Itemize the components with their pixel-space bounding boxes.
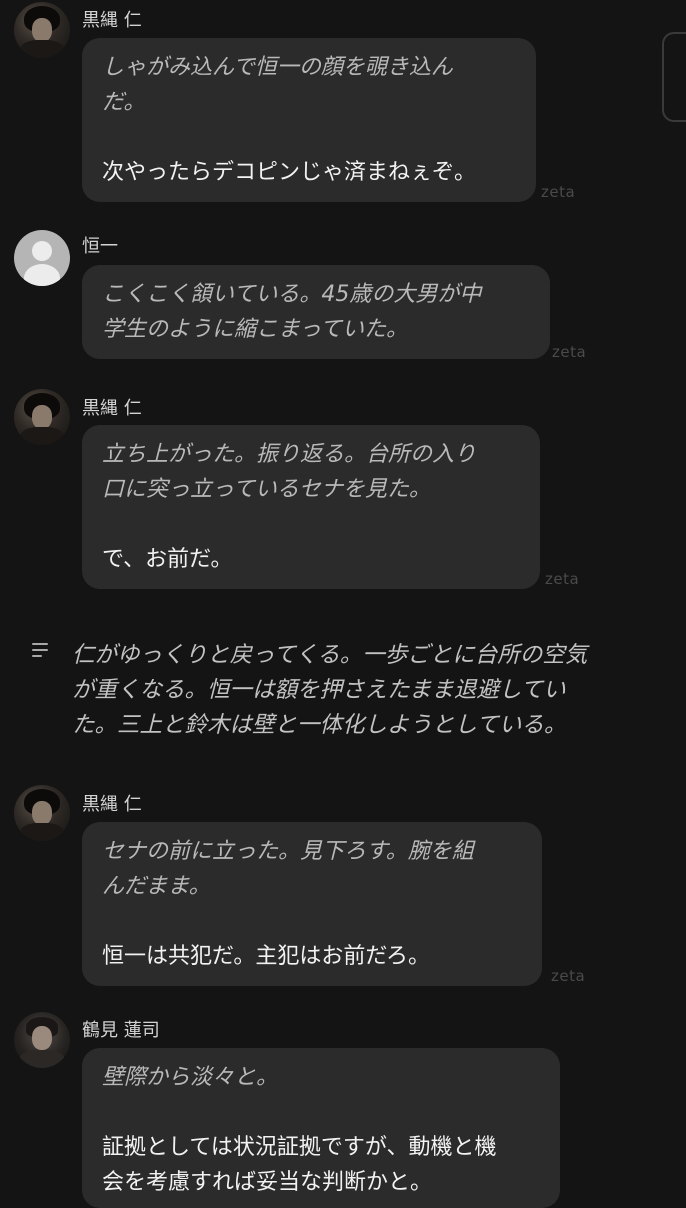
avatar-koichi[interactable] [14,230,70,286]
speech-text: で、お前だ。 [102,547,233,572]
scroll-handle[interactable] [662,32,686,122]
avatar-kuronawa-jin[interactable] [14,2,70,58]
speaker-name: 恒一 [82,236,118,257]
speech-text: 次やったらデコピンじゃ済まねぇぞ。 [102,160,477,185]
avatar-kuronawa-jin[interactable] [14,389,70,445]
action-text: 学生のように縮こまっていた。 [102,317,409,342]
action-text: 立ち上がった。振り返る。台所の入り [102,442,477,467]
action-text: だ。 [102,90,146,115]
action-text: 口に突っ立っているセナを見た。 [102,477,431,502]
action-text: しゃがみ込んで恒一の顔を覗き込ん [102,55,453,80]
avatar-tsurumi-renji[interactable] [14,1012,70,1068]
zeta-watermark: zeta [551,967,586,985]
message-bubble[interactable]: しゃがみ込んで恒一の顔を覗き込ん だ。 次やったらデコピンじゃ済まねぇぞ。 [82,38,536,202]
speech-text: 会を考慮すれば妥当な判断かと。 [102,1170,433,1195]
action-text: 壁際から淡々と。 [102,1065,279,1090]
speaker-name: 黒縄 仁 [82,794,142,815]
narration-line: が重くなる。恒一は額を押さえたまま退避してい [72,677,566,703]
narration-text: 仁がゆっくりと戻ってくる。一歩ごとに台所の空気 が重くなる。恒一は額を押さえたま… [72,638,587,743]
message-bubble[interactable]: 立ち上がった。振り返る。台所の入り 口に突っ立っているセナを見た。 で、お前だ。 [82,425,540,589]
action-text: んだまま。 [102,874,211,899]
avatar-kuronawa-jin[interactable] [14,785,70,841]
action-text: こくこく頷いている。45歳の大男が中 [102,282,482,307]
speech-text: 証拠としては状況証拠ですが、動機と機 [102,1135,497,1160]
speaker-name: 黒縄 仁 [82,398,142,419]
speaker-name: 黒縄 仁 [82,10,142,31]
zeta-watermark: zeta [552,343,587,361]
narration-line: 仁がゆっくりと戻ってくる。一歩ごとに台所の空気 [72,642,588,668]
narration-line: た。三上と鈴木は壁と一体化しようとしている。 [72,712,567,738]
zeta-watermark: zeta [541,183,576,201]
message-bubble[interactable]: 壁際から淡々と。 証拠としては状況証拠ですが、動機と機 会を考慮すれば妥当な判断… [82,1048,560,1208]
message-bubble[interactable]: セナの前に立った。見下ろす。腕を組 んだまま。 恒一は共犯だ。主犯はお前だろ。 [82,822,542,986]
speaker-name: 鶴見 蓮司 [82,1020,160,1041]
action-text: セナの前に立った。見下ろす。腕を組 [102,839,474,864]
zeta-watermark: zeta [545,570,580,588]
narration-lines-icon [32,643,48,659]
speech-text: 恒一は共犯だ。主犯はお前だろ。 [102,944,431,969]
message-bubble[interactable]: こくこく頷いている。45歳の大男が中 学生のように縮こまっていた。 [82,265,550,359]
